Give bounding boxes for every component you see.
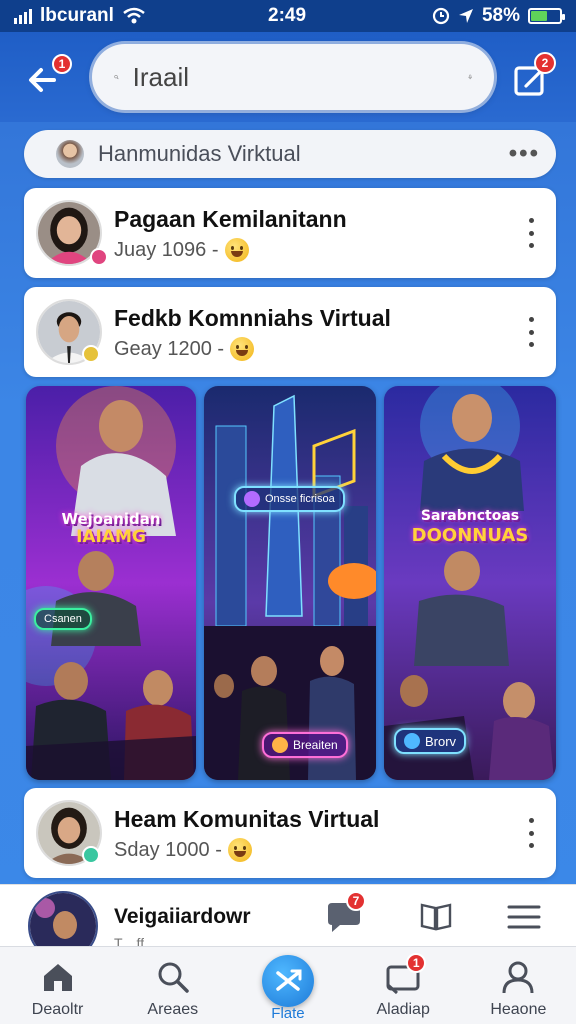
home-icon <box>43 964 72 991</box>
battery-percent: 58% <box>481 5 520 26</box>
post-card[interactable]: Heam Komunitas Virtual Sday 1000 - <box>24 788 556 878</box>
post-card[interactable]: Pagaan Kemilanitann Juay 1096 - <box>24 188 556 278</box>
post-menu-icon[interactable] <box>526 818 536 848</box>
post-date: Juay 1096 - <box>114 238 219 261</box>
city-stage-image <box>204 386 376 780</box>
post-meta: Juay 1096 - <box>114 238 249 262</box>
nav-label: Areaes <box>147 1001 199 1018</box>
media-title: Sarabnctoas DOONNUAS <box>384 506 556 546</box>
media-title: Wejoanidan IAIAMG <box>26 510 196 546</box>
signal-icon <box>14 8 32 24</box>
top-bar: 1 2 <box>0 32 576 122</box>
carrier-name: lbcuranl <box>40 5 114 26</box>
media-title-line: Sarabnctoas <box>420 508 520 524</box>
post-author: Pagaan Kemilanitann <box>114 206 347 232</box>
back-button[interactable]: 1 <box>24 54 72 100</box>
status-right: 58% <box>432 5 565 27</box>
compose-button[interactable]: 2 <box>512 52 556 100</box>
post-menu-icon[interactable] <box>526 218 536 248</box>
media-badge: Csanen <box>34 608 92 630</box>
nav-label: Heaone <box>490 1001 547 1018</box>
online-status-dot <box>82 345 100 363</box>
community-name: Hanmunidas Virktual <box>98 141 301 166</box>
location-icon <box>458 9 473 23</box>
media-badge-label: Brorv <box>425 733 457 749</box>
nav-messages[interactable]: 1 Aladiap <box>348 947 458 1024</box>
now-playing-bar[interactable]: Veigaiiardowr T....ff 7 <box>0 884 576 961</box>
profile-icon <box>502 961 534 994</box>
community-header[interactable]: Hanmunidas Virktual ••• <box>24 130 556 178</box>
media-title-line: Wejoanidan <box>61 510 161 528</box>
status-left: lbcuranl <box>14 5 146 27</box>
concert-image <box>26 386 196 780</box>
media-panel[interactable]: Sarabnctoas DOONNUAS Brorv <box>384 386 556 780</box>
menu-button[interactable] <box>506 899 542 935</box>
share-fab[interactable] <box>261 955 314 1007</box>
bottom-nav: Deaoltr Areaes Flate 1 Aladiap Heaone <box>0 946 576 1024</box>
smile-emoji-icon <box>227 838 252 862</box>
post-author: Heam Komunitas Virtual <box>114 806 380 832</box>
nav-search[interactable]: Areaes <box>118 947 228 1024</box>
post-author: Fedkb Komnniahs Virtual <box>114 305 391 331</box>
media-chip: Onsse ficrisoa <box>234 486 345 512</box>
nav-label: Deaoltr <box>31 1001 84 1018</box>
search-input[interactable] <box>132 61 468 93</box>
smile-emoji-icon <box>224 238 249 262</box>
book-button[interactable] <box>418 899 454 935</box>
book-icon <box>420 903 452 931</box>
nav-label: Flate <box>271 1005 305 1022</box>
online-status-dot <box>90 248 108 266</box>
media-title-line: DOONNUAS <box>411 525 529 546</box>
battery-icon <box>528 8 565 24</box>
now-playing-title: Veigaiiardowr <box>114 905 251 928</box>
performer-image <box>384 386 556 780</box>
community-avatar <box>56 140 84 168</box>
smile-emoji-icon <box>230 337 255 361</box>
compose-badge: 2 <box>534 52 556 74</box>
search-icon <box>158 962 189 993</box>
nav-home[interactable]: Deaoltr <box>3 947 113 1024</box>
post-date: Geay 1200 - <box>114 337 225 360</box>
search-bar[interactable] <box>92 44 494 110</box>
post-meta: Sday 1000 - <box>114 838 252 862</box>
media-badge: Breaiten <box>262 732 348 758</box>
media-badge-label: Breaiten <box>293 738 338 752</box>
alarm-icon <box>432 7 450 25</box>
nav-profile[interactable]: Heaone <box>463 947 573 1024</box>
more-options-icon[interactable]: ••• <box>509 140 540 168</box>
media-badge: Brorv <box>394 728 467 754</box>
hamburger-menu-icon <box>507 905 541 929</box>
post-meta: Geay 1200 - <box>114 337 255 361</box>
nav-share[interactable]: Flate <box>233 947 343 1024</box>
nav-label: Aladiap <box>376 1001 430 1018</box>
media-badge-label: Csanen <box>44 613 82 625</box>
media-title-line: IAIAMG <box>76 527 146 547</box>
status-time: 2:49 <box>268 5 307 26</box>
media-gallery: Wejoanidan IAIAMG Csanen Onsse ficrisoa … <box>26 386 556 780</box>
online-status-dot <box>82 846 100 864</box>
chat-button[interactable]: 7 <box>326 891 366 935</box>
messages-badge: 1 <box>406 953 427 973</box>
media-panel[interactable]: Onsse ficrisoa Breaiten <box>204 386 376 780</box>
chat-badge: 7 <box>346 891 366 911</box>
status-bar: lbcuranl 2:49 58% <box>0 0 576 32</box>
search-icon <box>114 75 119 80</box>
back-badge: 1 <box>52 54 72 74</box>
post-date: Sday 1000 - <box>114 838 222 861</box>
media-panel[interactable]: Wejoanidan IAIAMG Csanen <box>26 386 196 780</box>
microphone-icon[interactable] <box>468 62 472 92</box>
media-chip-label: Onsse ficrisoa <box>265 493 335 505</box>
post-card[interactable]: Fedkb Komnniahs Virtual Geay 1200 - <box>24 287 556 377</box>
post-menu-icon[interactable] <box>526 317 536 347</box>
wifi-icon <box>123 7 145 24</box>
share-icon <box>276 969 302 991</box>
